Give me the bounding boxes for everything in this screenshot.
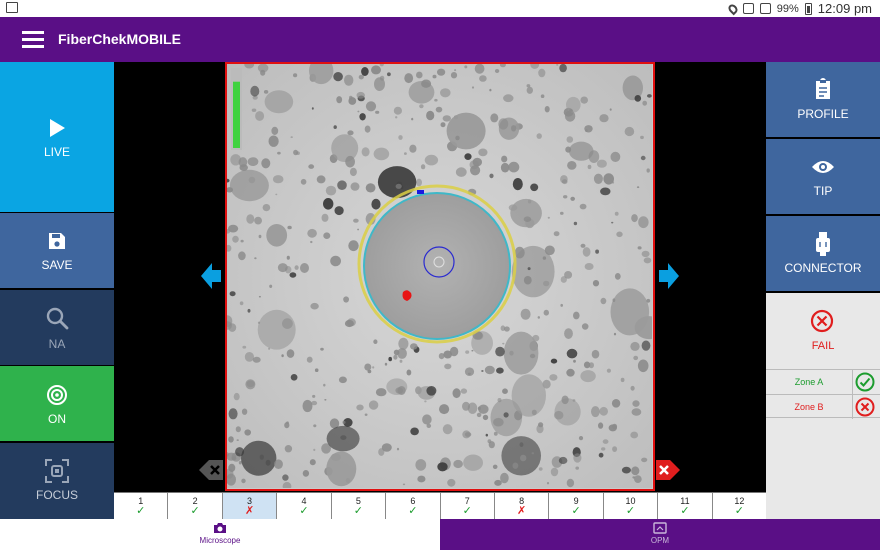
focus-icon	[45, 459, 69, 483]
save-icon	[49, 233, 65, 249]
play-icon	[50, 119, 65, 137]
x-icon: ✗	[244, 505, 255, 517]
tab-opm[interactable]: OPM	[440, 519, 880, 550]
zone-a-label: Zone A	[794, 377, 824, 387]
check-circle-icon	[855, 372, 875, 392]
fiber-cell-4[interactable]: 4 ✓	[277, 493, 332, 519]
fiber-cell-2[interactable]: 2 ✓	[168, 493, 223, 519]
x-icon: ✗	[517, 505, 527, 517]
fiber-cell-10[interactable]: 10 ✓	[604, 493, 659, 519]
focus-meter-fill	[233, 81, 240, 148]
fiber-cell-1[interactable]: 1 ✓	[114, 493, 169, 519]
zone-b-label: Zone B	[794, 402, 824, 412]
save-label: SAVE	[41, 258, 73, 272]
na-label: NA	[48, 337, 66, 351]
mute-icon	[742, 3, 754, 14]
fiber-cell-6[interactable]: 6 ✓	[386, 493, 441, 519]
tab-microscope-label: Microscope	[199, 536, 241, 545]
cladding-zone	[363, 192, 511, 340]
battery-percent: 99%	[776, 2, 799, 15]
check-icon: ✓	[299, 505, 309, 517]
connector-button[interactable]: CONNECTOR	[766, 216, 880, 291]
zone-b-row: Zone B	[766, 394, 880, 419]
app-title: FiberChekMOBILE	[58, 31, 181, 47]
fiber-cell-7[interactable]: 7 ✓	[441, 493, 495, 519]
fiber-cell-9[interactable]: 9 ✓	[549, 493, 604, 519]
live-label: LIVE	[43, 145, 70, 159]
status-icons: 99% 12:09 pm	[726, 1, 872, 16]
microscope-viewer	[114, 62, 766, 492]
on-label: ON	[48, 412, 66, 426]
focus-button[interactable]: FOCUS	[0, 443, 114, 519]
result-panel: FAIL Zone A Zone B	[766, 293, 880, 519]
fiber-cell-8[interactable]: 8 ✗	[495, 493, 550, 519]
connector-label: CONNECTOR	[784, 261, 862, 275]
clipboard-icon	[816, 78, 830, 99]
check-icon: ✓	[408, 505, 418, 517]
status-bar: 99% 12:09 pm	[0, 0, 880, 17]
check-icon: ✓	[571, 505, 581, 517]
auto-center-on-button[interactable]: ON	[0, 366, 114, 441]
check-icon: ✓	[734, 505, 744, 517]
fiber-cell-11[interactable]: 11 ✓	[658, 493, 713, 519]
check-icon: ✓	[190, 505, 200, 517]
profile-button[interactable]: PROFILE	[766, 62, 880, 137]
right-control-panel: PROFILE TIP CONNECTOR FAIL Zone A Zone B	[766, 62, 880, 519]
battery-icon	[804, 2, 812, 15]
clear-left-icon[interactable]	[198, 457, 224, 483]
profile-label: PROFILE	[797, 107, 849, 121]
clock: 12:09 pm	[817, 1, 872, 16]
fiber-cell-12[interactable]: 12 ✓	[713, 493, 766, 519]
bottom-tab-bar: Microscope OPM	[0, 519, 880, 550]
check-icon: ✓	[136, 505, 146, 517]
wifi-icon	[759, 3, 771, 14]
fiber-cell-3[interactable]: 3 ✗	[222, 493, 278, 519]
tab-opm-label: OPM	[650, 536, 670, 545]
search-icon	[46, 307, 69, 330]
fail-icon	[810, 309, 834, 333]
fiber-endface-image	[225, 62, 655, 491]
eye-icon	[812, 161, 834, 173]
location-icon	[726, 2, 740, 15]
x-circle-icon	[855, 397, 875, 417]
result-status: FAIL	[811, 340, 835, 352]
left-control-panel: LIVE SAVE NA ON FOCUS	[0, 62, 114, 519]
check-icon: ✓	[625, 505, 636, 517]
target-icon	[47, 385, 67, 405]
fiber-cell-5[interactable]: 5 ✓	[332, 493, 387, 519]
clear-right-icon[interactable]	[655, 457, 681, 483]
check-icon: ✓	[462, 505, 472, 517]
live-button[interactable]: LIVE	[0, 62, 114, 212]
next-fiber-arrow[interactable]	[658, 261, 680, 291]
tab-microscope[interactable]: Microscope	[0, 519, 440, 550]
check-icon: ✓	[353, 505, 363, 517]
menu-icon[interactable]	[22, 31, 44, 48]
na-button[interactable]: NA	[0, 290, 114, 365]
app-bar: FiberChekMOBILE	[0, 17, 880, 62]
camera-icon	[214, 523, 226, 533]
connector-icon	[816, 232, 830, 256]
previous-fiber-arrow[interactable]	[200, 261, 222, 291]
save-button[interactable]: SAVE	[0, 213, 114, 288]
focus-label: FOCUS	[36, 488, 78, 502]
tip-button[interactable]: TIP	[766, 139, 880, 214]
defect-marker-small	[417, 190, 424, 194]
check-icon: ✓	[680, 505, 690, 517]
endface-render	[227, 64, 653, 489]
meter-icon	[653, 522, 667, 534]
gallery-icon	[6, 2, 18, 13]
zone-a-row: Zone A	[766, 369, 880, 394]
tip-label: TIP	[813, 184, 833, 198]
fiber-selector: 1 ✓ 2 ✓ 3 ✗ 4 ✓ 5 ✓ 6 ✓ 7 ✓ 8 ✗ 9 ✓ 10 ✓ 11 ✓ 12 ✓	[114, 492, 766, 519]
